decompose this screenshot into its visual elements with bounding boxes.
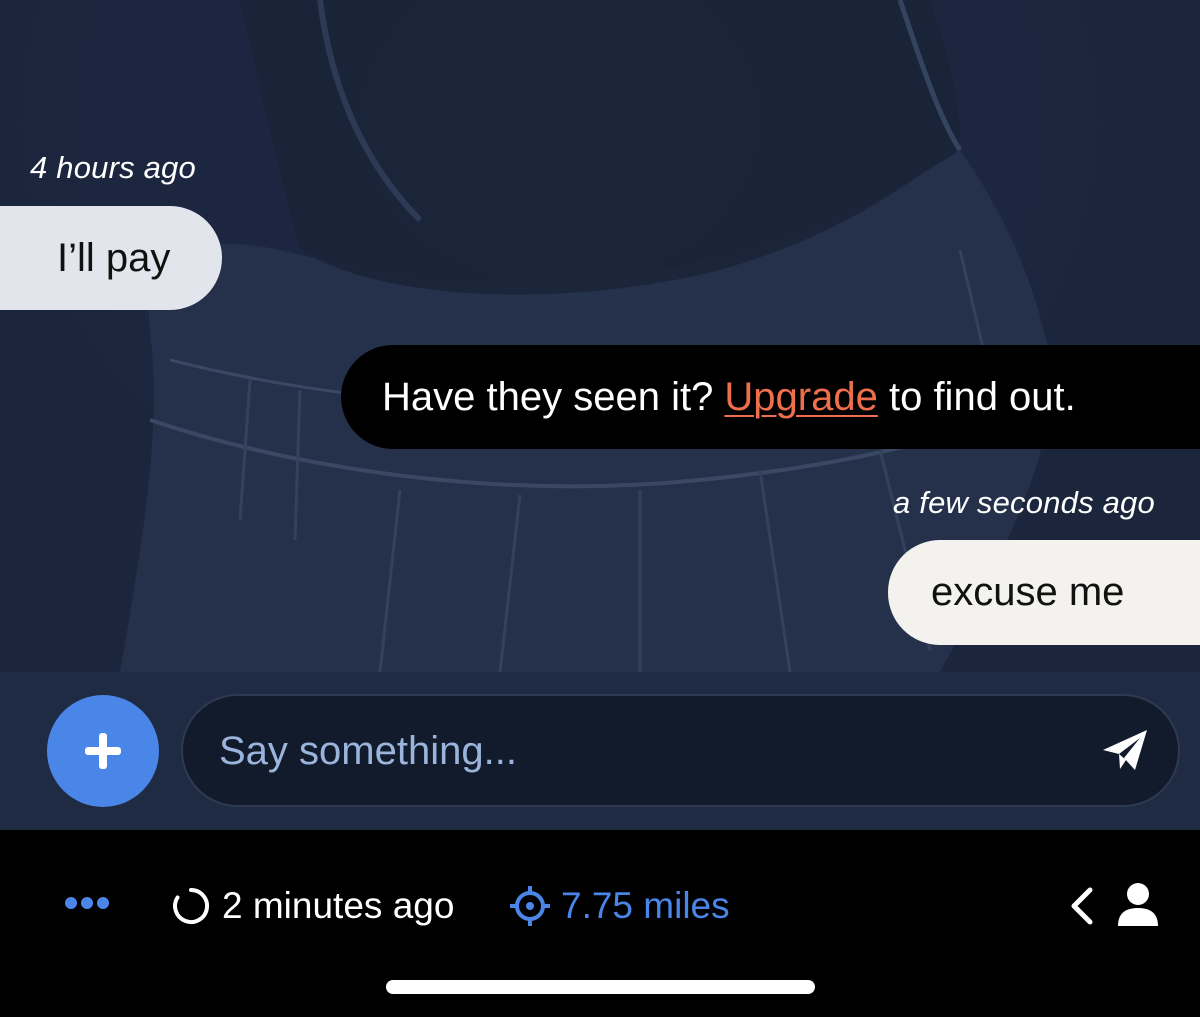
- upgrade-prompt-suffix: to find out.: [877, 374, 1076, 419]
- message-timestamp: a few seconds ago: [893, 485, 1155, 520]
- crosshair-location-icon: [510, 886, 550, 926]
- ellipsis-icon[interactable]: [64, 895, 110, 911]
- message-timestamp: 4 hours ago: [30, 150, 196, 185]
- outgoing-message-bubble[interactable]: excuse me: [888, 540, 1200, 645]
- message-text: I’ll pay: [57, 235, 171, 280]
- upgrade-prompt-bubble: Have they seen it? Upgrade to find out.: [341, 345, 1200, 449]
- chevron-left-icon[interactable]: [1068, 886, 1094, 926]
- home-indicator[interactable]: [386, 980, 815, 994]
- upgrade-link[interactable]: Upgrade: [724, 375, 877, 420]
- message-input-container[interactable]: [181, 694, 1180, 807]
- circle-loading-icon: [173, 887, 210, 924]
- message-input[interactable]: [217, 696, 1081, 807]
- last-active-indicator: 2 minutes ago: [172, 885, 454, 927]
- distance-text: 7.75 miles: [561, 885, 730, 926]
- message-composer: [0, 672, 1200, 830]
- last-active-text: 2 minutes ago: [222, 885, 455, 926]
- plus-icon: [85, 733, 121, 769]
- upgrade-prompt-prefix: Have they seen it?: [382, 374, 725, 419]
- add-attachment-button[interactable]: [47, 695, 159, 807]
- person-icon[interactable]: [1117, 882, 1159, 928]
- distance-indicator: 7.75 miles: [509, 885, 730, 927]
- message-text: excuse me: [931, 570, 1125, 614]
- bottom-status-bar: 2 minutes ago 7.75 miles: [0, 830, 1200, 1017]
- incoming-message-bubble[interactable]: I’ll pay: [0, 206, 222, 310]
- chat-area[interactable]: 4 hours ago I’ll pay Have they seen it? …: [0, 0, 1200, 672]
- send-icon[interactable]: [1100, 726, 1150, 776]
